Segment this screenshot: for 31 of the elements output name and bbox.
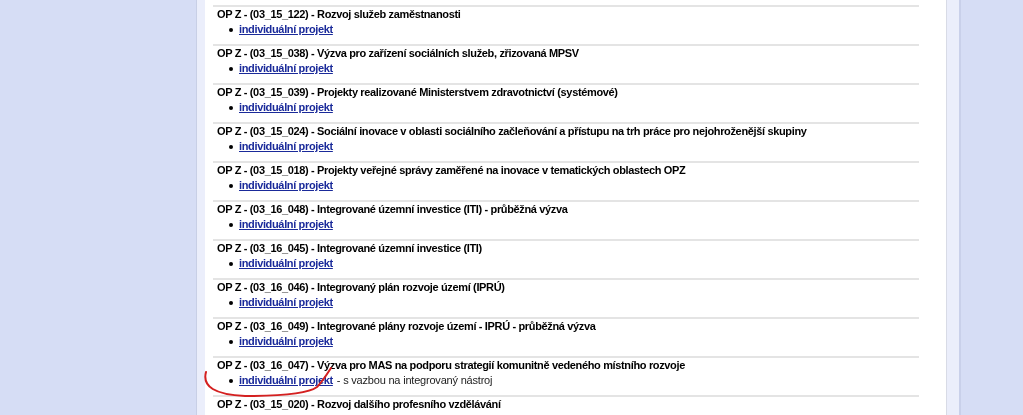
bullet-icon: [229, 222, 233, 227]
call-title: OP Z - (03_15_122) - Rozvoj služeb zaměstnanosti: [217, 7, 461, 22]
project-link[interactable]: individuální projekt: [239, 217, 333, 232]
call-title: OP Z - (03_15_020) - Rozvoj dalšího profesního vzdělávání: [217, 397, 501, 412]
bullet-icon: [229, 378, 233, 383]
bullet-icon: [229, 261, 233, 266]
call-title: OP Z - (03_16_045) - Integrované územní investice (ITI): [217, 241, 482, 256]
call-title: OP Z - (03_15_018) - Projekty veřejné správy zaměřené na inovace v tematických oblastech OPZ: [217, 163, 686, 178]
project-link[interactable]: individuální projekt: [239, 334, 333, 349]
project-link[interactable]: individuální projekt: [239, 100, 333, 115]
project-link[interactable]: individuální projekt: [239, 139, 333, 154]
bullet-icon: [229, 300, 233, 305]
call-title: OP Z - (03_16_049) - Integrované plány rozvoje území - IPRÚ - průběžná výzva: [217, 319, 596, 334]
bullet-icon: [229, 27, 233, 32]
link-note: - s vazbou na integrovaný nástroj: [336, 373, 493, 388]
call-title: OP Z - (03_15_024) - Sociální inovace v oblasti sociálního začleňování a přístupu na trh práce pro nejohroženější skupiny: [217, 124, 807, 139]
bullet-icon: [229, 144, 233, 149]
bullet-icon: [229, 339, 233, 344]
bullet-icon: [229, 66, 233, 71]
call-title: OP Z - (03_16_046) - Integrovaný plán rozvoje území (IPRÚ): [217, 280, 505, 295]
project-link[interactable]: individuální projekt: [239, 61, 333, 76]
bullet-icon: [229, 105, 233, 110]
call-title: OP Z - (03_15_038) - Výzva pro zařízení sociálních služeb, zřizovaná MPSV: [217, 46, 579, 61]
project-link[interactable]: individuální projekt: [239, 178, 333, 193]
bullet-icon: [229, 183, 233, 188]
project-link[interactable]: individuální projekt: [239, 22, 333, 37]
project-link[interactable]: individuální projekt: [239, 295, 333, 310]
call-title: OP Z - (03_15_039) - Projekty realizované Ministerstvem zdravotnictví (systémové): [217, 85, 618, 100]
project-link[interactable]: individuální projekt: [239, 256, 333, 271]
call-title: OP Z - (03_16_048) - Integrované územní investice (ITI) - průběžná výzva: [217, 202, 568, 217]
call-title: OP Z - (03_16_047) - Výzva pro MAS na podporu strategií komunitně vedeného místního rozvoje: [217, 358, 685, 373]
